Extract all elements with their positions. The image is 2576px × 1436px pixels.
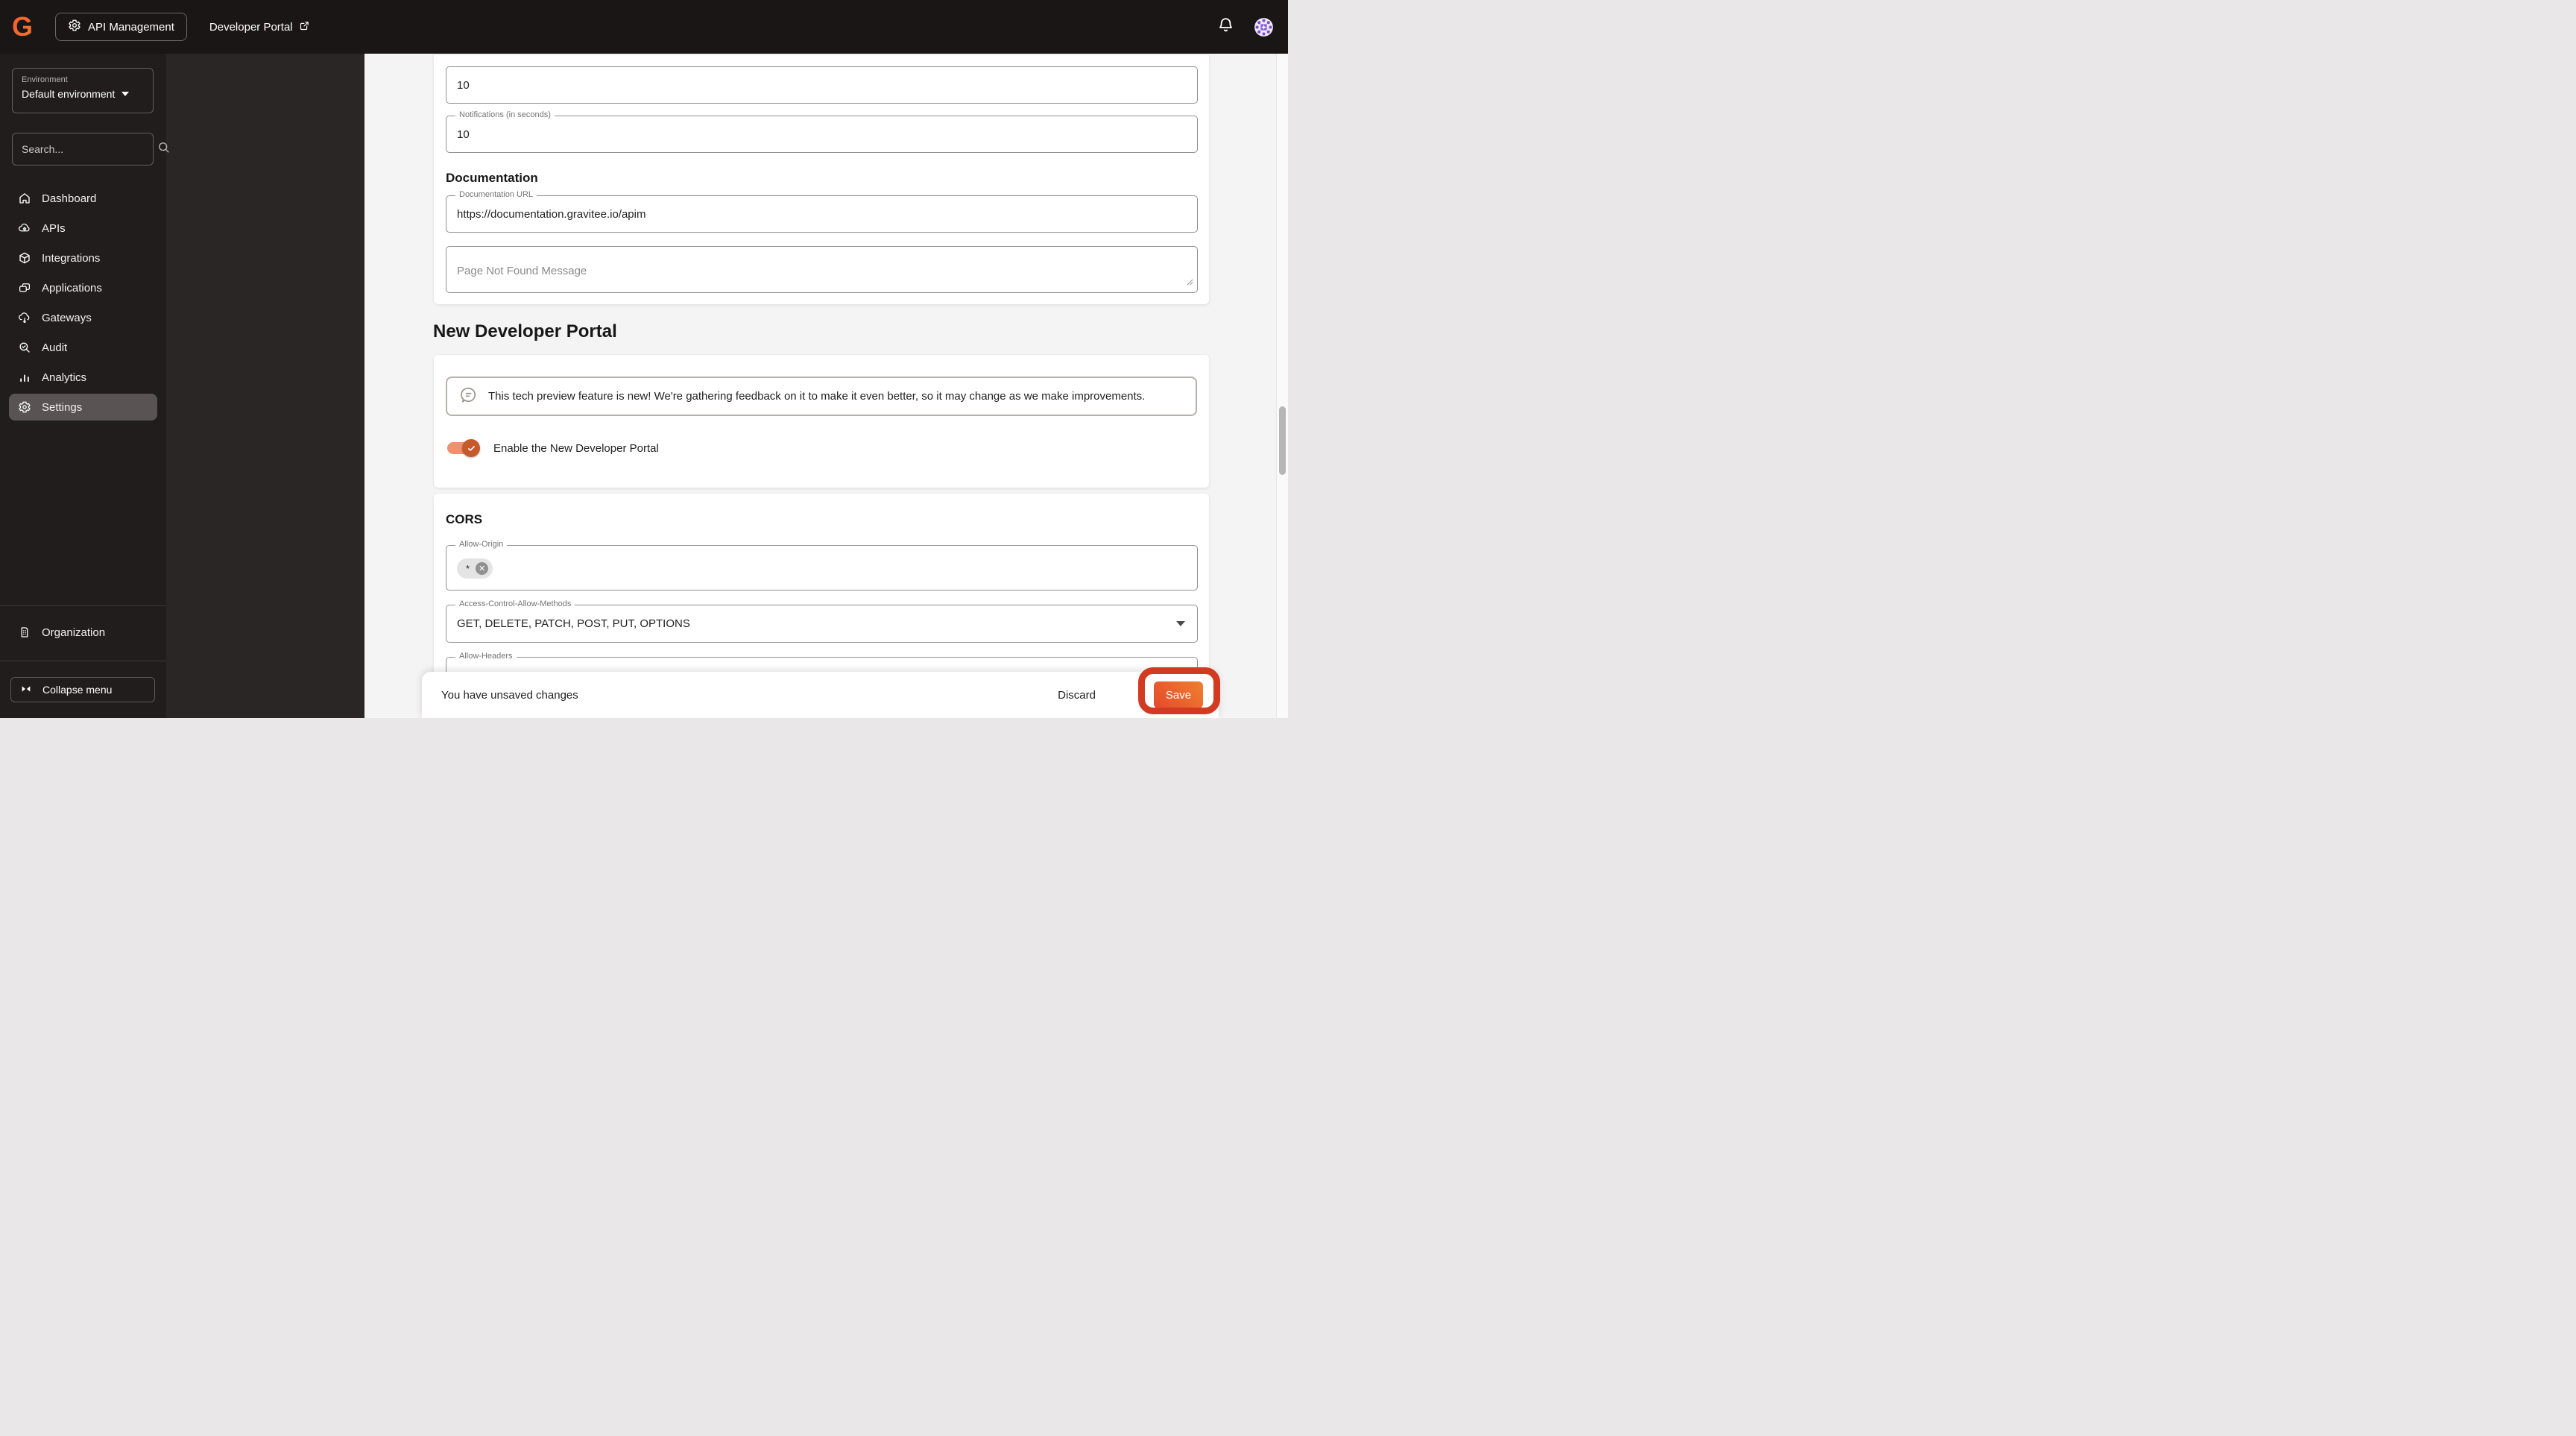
app-window: G API Management Developer Portal Enviro… (0, 0, 1288, 718)
unsaved-changes-text: You have unsaved changes (441, 688, 578, 702)
resize-handle-icon[interactable] (1187, 276, 1193, 289)
allow-methods-value: GET, DELETE, PATCH, POST, PUT, OPTIONS (457, 617, 690, 630)
sidebar-menu: Dashboard APIs Integrations Applications (9, 185, 157, 423)
sidebar-divider (0, 605, 166, 606)
external-link-icon (299, 20, 310, 34)
sidebar-item-label: Settings (42, 400, 83, 414)
developer-portal-label: Developer Portal (209, 20, 293, 34)
notifications-field-label: Notifications (in seconds) (455, 110, 555, 119)
app-switcher-label: API Management (88, 20, 174, 34)
sidebar-item-label: Applications (42, 281, 102, 295)
tasks-field (446, 66, 1198, 104)
sidebar-item-settings[interactable]: Settings (9, 394, 157, 421)
top-bar-actions (1216, 0, 1273, 54)
sidebar-item-gateways[interactable]: Gateways (9, 304, 157, 331)
settings-subpanel (166, 54, 364, 718)
documentation-url-field: Documentation URL (446, 190, 1198, 233)
sidebar-item-label: Integrations (42, 251, 101, 265)
sidebar-item-label: Audit (42, 341, 68, 354)
sidebar-item-label: Gateways (42, 311, 92, 324)
developer-portal-link[interactable]: Developer Portal (209, 20, 310, 34)
notifications-input[interactable] (446, 116, 1197, 152)
allow-methods-label: Access-Control-Allow-Methods (455, 599, 575, 608)
documentation-url-label: Documentation URL (455, 190, 537, 199)
tasks-input[interactable] (446, 67, 1197, 103)
notifications-bell-icon[interactable] (1216, 16, 1235, 38)
chevron-down-icon (121, 92, 130, 96)
discard-button[interactable]: Discard (1058, 689, 1096, 702)
search-input[interactable] (22, 143, 157, 155)
sidebar-search[interactable] (12, 133, 169, 166)
select-caret-icon (1176, 621, 1185, 626)
feedback-bubble-icon (459, 385, 478, 408)
allow-origin-field[interactable]: Allow-Origin * ✕ (446, 540, 1198, 591)
origin-chip-value: * (466, 563, 470, 574)
documentation-heading: Documentation (446, 171, 538, 185)
environment-label: Environment (22, 75, 68, 84)
settings-content: Notifications (in seconds) Documentation… (364, 54, 1276, 718)
sidebar-item-apis[interactable]: APIs (9, 215, 157, 242)
enable-portal-label: Enable the New Developer Portal (493, 441, 659, 455)
environment-value: Default environment (22, 88, 116, 100)
save-button[interactable]: Save (1154, 681, 1203, 708)
new-developer-portal-heading: New Developer Portal (433, 321, 617, 341)
top-bar: G API Management Developer Portal (0, 0, 1288, 54)
sidebar-item-label: Analytics (42, 371, 87, 384)
page-not-found-field (446, 246, 1198, 293)
remove-chip-icon[interactable]: ✕ (476, 562, 489, 575)
collapse-menu-button[interactable]: Collapse menu (10, 677, 155, 702)
sidebar-item-audit[interactable]: Audit (9, 334, 157, 361)
collapse-icon (20, 683, 32, 697)
allow-origin-label: Allow-Origin (455, 540, 508, 549)
sidebar-item-dashboard[interactable]: Dashboard (9, 185, 157, 212)
notifications-field: Notifications (in seconds) (446, 110, 1198, 153)
new-developer-portal-card: This tech preview feature is new! We're … (434, 355, 1209, 488)
documentation-url-input[interactable] (446, 196, 1197, 232)
sidebar-item-label: Organization (42, 626, 106, 639)
scrollbar-thumb[interactable] (1279, 406, 1286, 475)
sidebar-item-label: Dashboard (42, 192, 97, 205)
page-not-found-textarea[interactable] (446, 247, 1197, 292)
allow-headers-label: Allow-Headers (455, 652, 517, 661)
toggle-thumb-check-icon (462, 439, 480, 457)
app-switcher-button[interactable]: API Management (55, 13, 187, 41)
gear-icon (68, 19, 81, 35)
allow-methods-select[interactable]: Access-Control-Allow-Methods GET, DELETE… (446, 599, 1198, 643)
gravitee-logo[interactable]: G (12, 12, 37, 42)
settings-card-general: Notifications (in seconds) Documentation… (434, 55, 1209, 304)
search-icon (157, 140, 171, 158)
sidebar-item-label: APIs (42, 221, 66, 235)
tech-preview-banner: This tech preview feature is new! We're … (446, 377, 1197, 416)
environment-selector[interactable]: Environment Default environment (12, 68, 154, 113)
sidebar-item-organization[interactable]: Organization (9, 619, 157, 649)
cors-heading: CORS (446, 512, 483, 526)
user-avatar[interactable] (1254, 17, 1273, 37)
sidebar: Environment Default environment Dashboar… (0, 54, 169, 718)
tech-preview-text: This tech preview feature is new! We're … (488, 390, 1146, 403)
sidebar-item-analytics[interactable]: Analytics (9, 364, 157, 391)
enable-portal-row: Enable the New Developer Portal (446, 439, 659, 457)
enable-portal-toggle[interactable] (446, 439, 480, 457)
origin-chip[interactable]: * ✕ (457, 558, 493, 579)
sidebar-item-integrations[interactable]: Integrations (9, 245, 157, 271)
unsaved-changes-bar: You have unsaved changes Discard Save (422, 672, 1219, 718)
collapse-menu-label: Collapse menu (42, 684, 113, 696)
scrollbar-track[interactable] (1276, 54, 1288, 718)
sidebar-item-applications[interactable]: Applications (9, 274, 157, 301)
